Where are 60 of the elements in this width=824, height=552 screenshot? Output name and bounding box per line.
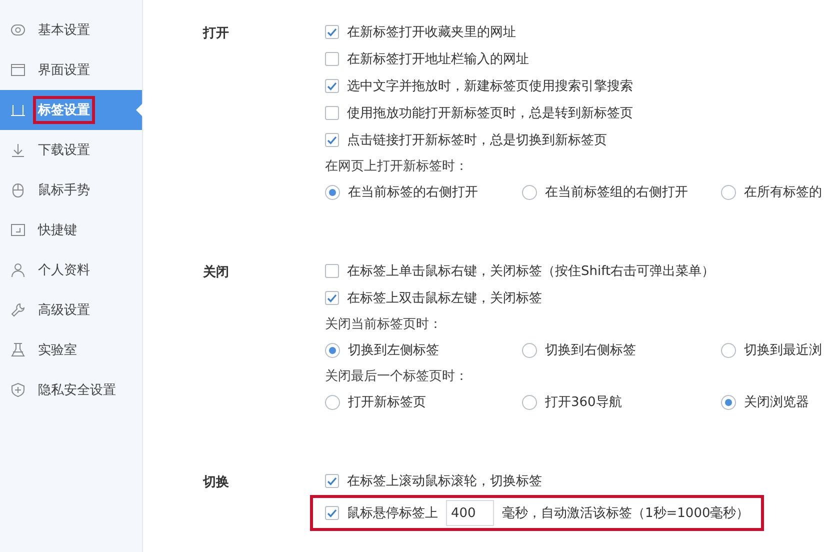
input-field[interactable]: 400 xyxy=(446,500,494,526)
checkbox[interactable] xyxy=(325,24,339,38)
wrench-icon xyxy=(10,302,26,318)
sidebar-item[interactable]: 隐私安全设置 xyxy=(0,370,142,410)
window-icon xyxy=(10,62,26,78)
sidebar-item[interactable]: 实验室 xyxy=(0,330,142,370)
checkbox[interactable] xyxy=(325,290,339,304)
radio-label: 关闭浏览器 xyxy=(744,394,809,411)
checkbox-label: 鼠标悬停标签上 xyxy=(347,505,438,522)
radio-button[interactable] xyxy=(325,184,340,200)
checkbox[interactable] xyxy=(325,474,339,488)
checkbox-label: 使用拖放功能打开新标签页时，总是转到新标签页 xyxy=(347,104,633,122)
radio-label: 打开新标签页 xyxy=(348,394,426,411)
radio-button[interactable] xyxy=(522,184,537,200)
checkbox-label: 在新标签打开地址栏输入的网址 xyxy=(347,50,529,68)
option-text: 毫秒，自动激活该标签（1秒=1000毫秒） xyxy=(502,505,750,522)
radio-button[interactable] xyxy=(325,342,340,358)
radio-button[interactable] xyxy=(721,184,736,200)
option-prompt: 关闭最后一个标签页时： xyxy=(325,368,469,386)
checkbox-label: 在新标签打开收藏夹里的网址 xyxy=(347,24,516,40)
option-prompt: 关闭当前标签页时： xyxy=(325,316,443,334)
radio-button[interactable] xyxy=(522,394,537,410)
sidebar-item[interactable]: 下载设置 xyxy=(0,130,142,170)
radio-label: 在所有标签的 xyxy=(744,184,822,201)
radio-label: 切换到左侧标签 xyxy=(348,342,439,359)
checkbox-label: 在标签上双击鼠标左键，关闭标签 xyxy=(347,290,542,306)
radio-button[interactable] xyxy=(522,342,537,358)
mouse-icon xyxy=(10,182,26,198)
sidebar-item[interactable]: 高级设置 xyxy=(0,290,142,330)
checkbox-label: 点击链接打开新标签时，总是切换到新标签页 xyxy=(347,132,607,148)
checkbox-label: 在标签上单击鼠标右键，关闭标签（按住Shift右击可弹出菜单） xyxy=(347,262,715,280)
sidebar-item[interactable]: 快捷键 xyxy=(0,210,142,250)
checkbox[interactable] xyxy=(325,78,339,92)
option-prompt: 在网页上打开新标签时： xyxy=(325,158,469,176)
section-title: 切换 xyxy=(203,474,230,492)
checkbox-label: 选中文字并拖放时，新建标签页使用搜索引擎搜索 xyxy=(347,78,633,94)
checkbox-label: 在标签上滚动鼠标滚轮，切换标签 xyxy=(347,472,542,490)
radio-button[interactable] xyxy=(721,394,736,410)
radio-label: 打开360导航 xyxy=(545,394,622,411)
flask-icon xyxy=(10,342,26,358)
sidebar-item[interactable]: 界面设置 xyxy=(0,50,142,90)
checkbox[interactable] xyxy=(325,106,339,120)
radio-label: 切换到右侧标签 xyxy=(545,342,636,359)
radio-label: 在当前标签的右侧打开 xyxy=(348,184,478,201)
radio-button[interactable] xyxy=(721,342,736,358)
sidebar-item[interactable]: 鼠标手势 xyxy=(0,170,142,210)
radio-label: 切换到最近浏 xyxy=(744,342,822,359)
section-title: 打开 xyxy=(203,25,230,43)
download-icon xyxy=(10,142,26,158)
person-icon xyxy=(10,262,26,278)
sidebar-item[interactable]: 基本设置 xyxy=(0,10,142,50)
checkbox[interactable] xyxy=(325,132,339,146)
radio-label: 在当前标签组的右侧打开 xyxy=(545,184,688,201)
sidebar-item[interactable]: 个人资料 xyxy=(0,250,142,290)
checkbox[interactable] xyxy=(325,52,339,66)
checkbox[interactable] xyxy=(325,506,339,520)
radio-button[interactable] xyxy=(325,394,340,410)
section-title: 关闭 xyxy=(203,264,230,282)
checkbox[interactable] xyxy=(325,264,339,278)
shield-icon xyxy=(10,382,26,398)
